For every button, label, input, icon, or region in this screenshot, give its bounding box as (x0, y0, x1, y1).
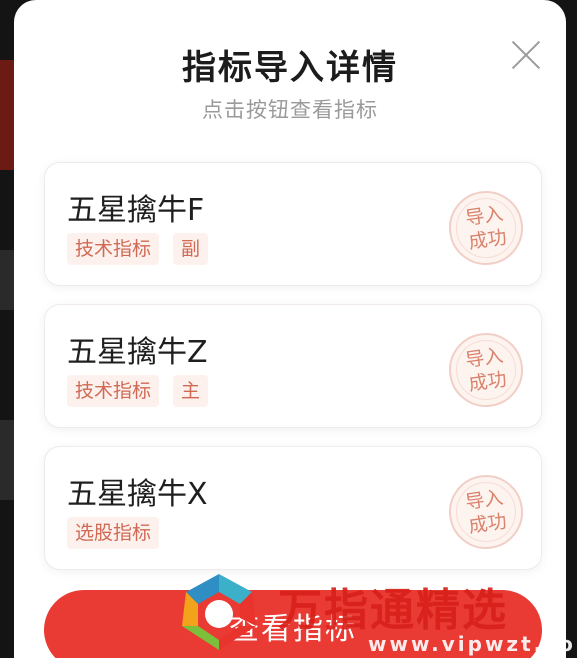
indicator-tags: 选股指标 (67, 517, 160, 549)
stamp-line: 导入 (463, 202, 505, 230)
dialog-title: 指标导入详情 (182, 48, 398, 88)
indicator-tags: 技术指标 主 (67, 375, 209, 407)
indicator-name: 五星擒牛Z (67, 335, 208, 370)
indicator-tag: 选股指标 (67, 517, 160, 549)
indicator-tag: 技术指标 (67, 375, 160, 407)
stamp-line: 导入 (463, 486, 505, 514)
indicator-name: 五星擒牛F (67, 193, 205, 228)
stamp-line: 导入 (463, 344, 505, 372)
indicator-card: 五星擒牛X 选股指标 导入 成功 (44, 446, 542, 570)
import-success-stamp: 导入 成功 (444, 328, 528, 412)
stamp-line: 成功 (467, 226, 509, 254)
indicator-name: 五星擒牛X (67, 477, 208, 512)
close-icon[interactable] (508, 36, 544, 72)
stamp-line: 成功 (467, 368, 509, 396)
indicator-tags: 技术指标 副 (67, 233, 209, 265)
indicator-tag: 副 (173, 233, 209, 265)
indicator-card: 五星擒牛F 技术指标 副 导入 成功 (44, 162, 542, 286)
import-details-dialog: 指标导入详情 点击按钮查看指标 五星擒牛F 技术指标 副 导入 成功 五星擒牛Z… (14, 0, 566, 658)
indicator-tag: 主 (173, 375, 209, 407)
stamp-line: 成功 (467, 510, 509, 538)
import-success-stamp: 导入 成功 (444, 186, 528, 270)
indicator-card: 五星擒牛Z 技术指标 主 导入 成功 (44, 304, 542, 428)
dialog-subtitle: 点击按钮查看指标 (202, 98, 378, 122)
view-indicators-button[interactable]: 查看指标 (44, 590, 542, 658)
indicator-tag: 技术指标 (67, 233, 160, 265)
import-success-stamp: 导入 成功 (444, 470, 528, 554)
